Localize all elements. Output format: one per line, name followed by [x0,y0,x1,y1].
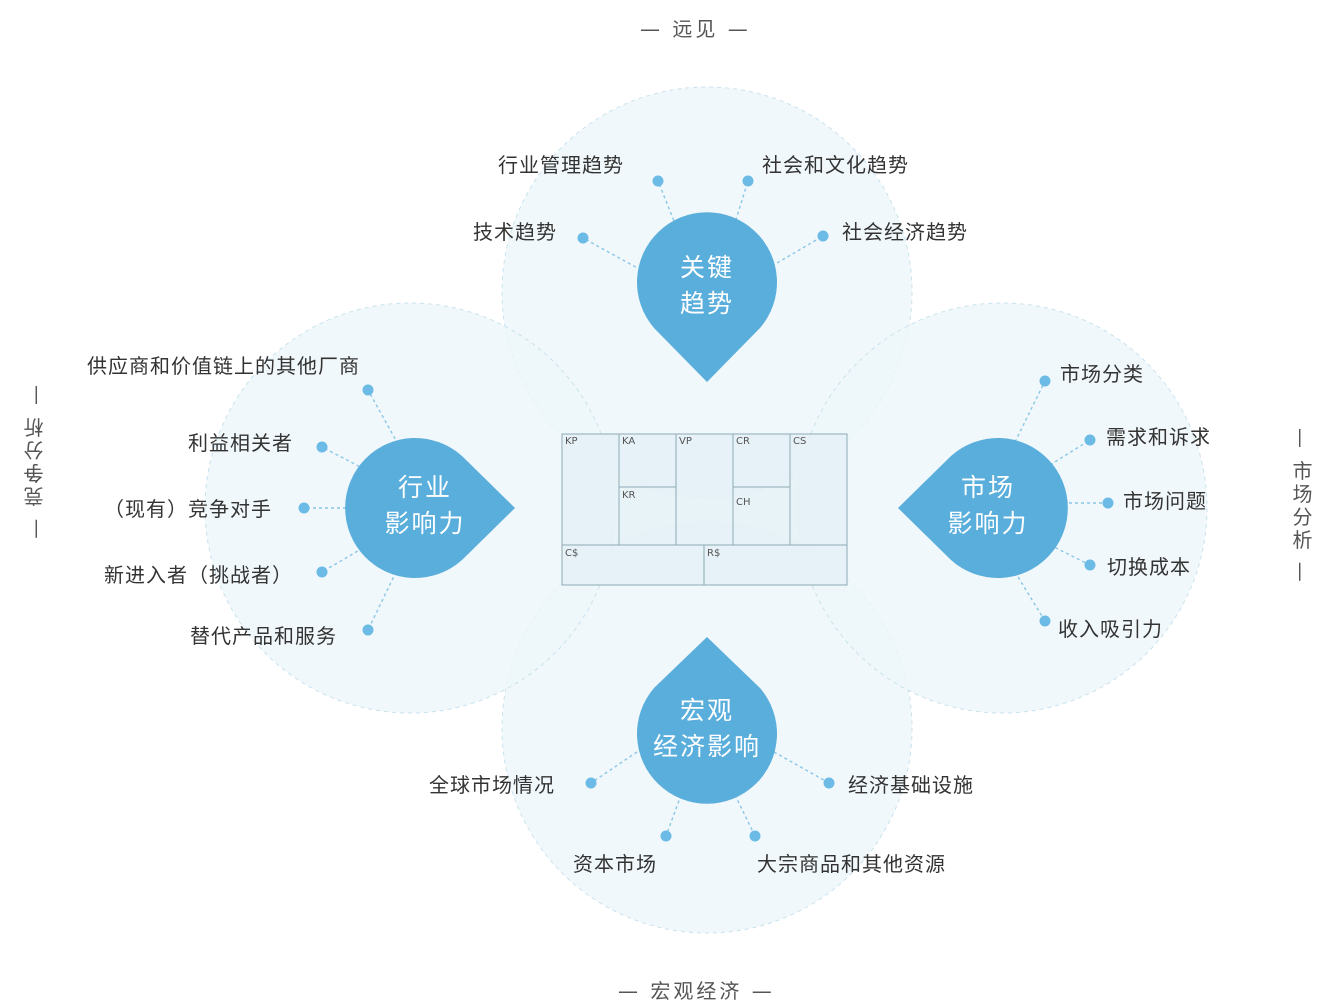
right-item-issues: 市场问题 [1123,489,1207,513]
canvas-cell-kr: KR [622,490,636,501]
left-item-stakeholders: 利益相关者 [188,431,293,455]
drop-title-top-line1: 关键 [679,253,734,282]
drop-title-top: 关键 趋势 [637,250,777,322]
right-item-needs: 需求和诉求 [1106,425,1211,449]
drop-title-left: 行业 影响力 [355,470,495,542]
canvas-cell-cost: C$ [565,548,579,559]
canvas-cell-vp: VP [679,436,692,447]
canvas-cell-ka: KA [622,436,636,447]
canvas-cell-revenue: R$ [707,548,721,559]
top-item-social-culture: 社会和文化趋势 [762,153,909,177]
canvas-cell-cr: CR [736,436,750,447]
top-item-industry-regulation: 行业管理趋势 [498,153,624,177]
right-item-revenue-attractiveness: 收入吸引力 [1058,617,1163,641]
drop-title-top-line2: 趋势 [679,289,734,318]
drop-title-right-line1: 市场 [960,473,1015,502]
canvas-cell-kp: KP [565,436,578,447]
canvas-cell-cs: CS [793,436,807,447]
bottom-item-commodities: 大宗商品和其他资源 [757,852,946,876]
drop-title-bottom-line1: 宏观 [679,696,734,725]
drop-title-left-line1: 行业 [397,473,452,502]
left-item-suppliers: 供应商和价值链上的其他厂商 [87,354,360,378]
axis-label-top: — 远见 — [640,17,751,41]
business-model-canvas [561,433,848,586]
right-item-segments: 市场分类 [1060,362,1144,386]
bottom-item-global-market: 全球市场情况 [429,773,555,797]
axis-label-right: — 市场分析 — [1289,428,1313,585]
drop-title-bottom-line2: 经济影响 [652,732,761,761]
drop-title-bottom: 宏观 经济影响 [627,693,787,765]
left-item-new-entrants: 新进入者（挑战者） [104,563,293,587]
left-item-competitors: （现有）竞争对手 [104,497,272,521]
top-item-socioeconomic: 社会经济趋势 [842,220,968,244]
drop-title-left-line2: 影响力 [384,509,466,538]
axis-label-left: — 竞争分析 — [23,382,47,539]
right-item-switching-costs: 切换成本 [1107,555,1191,579]
drop-title-right: 市场 影响力 [918,470,1058,542]
axis-label-bottom: — 宏观经济 — [618,979,775,1003]
bottom-item-infrastructure: 经济基础设施 [848,773,974,797]
left-item-substitutes: 替代产品和服务 [190,624,337,648]
canvas-cell-ch: CH [736,497,751,508]
top-item-technology: 技术趋势 [473,220,557,244]
bottom-item-capital-markets: 资本市场 [573,852,657,876]
drop-title-right-line2: 影响力 [947,509,1029,538]
